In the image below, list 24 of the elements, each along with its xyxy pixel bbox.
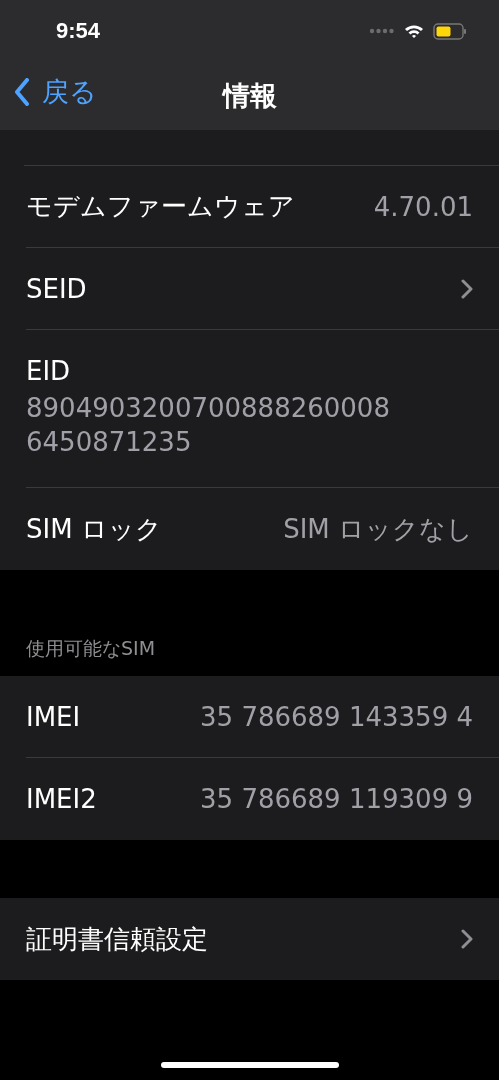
settings-row[interactable]: SEID: [26, 248, 499, 330]
chevron-icon: [461, 278, 473, 299]
row-value: 4.70.01: [373, 191, 473, 222]
section-header: 使用可能なSIM: [26, 636, 156, 661]
battery-icon: [433, 22, 467, 40]
screen-title: 情報: [222, 79, 277, 113]
row-label: モデムファームウェア: [26, 190, 295, 223]
row-value: 35 786689 143359 4: [200, 701, 473, 732]
row-label: EID: [26, 355, 71, 386]
row-label: 証明書信頼設定: [26, 922, 208, 956]
row-label: SEID: [26, 273, 87, 304]
signal-icon: [369, 28, 395, 34]
row-value: 35 786689 119309 9: [200, 784, 473, 814]
row-label: IMEI2: [26, 784, 97, 814]
back-button[interactable]: 戻る: [14, 74, 97, 110]
row-value: SIM ロックなし: [283, 512, 473, 546]
row-label: SIM ロック: [26, 512, 162, 546]
wifi-icon: [404, 23, 424, 39]
status-time: 9:54: [56, 18, 101, 44]
settings-row[interactable]: 証明書信頼設定: [26, 898, 499, 980]
chevron-icon: [461, 929, 473, 949]
row-value: 89049032007008882600086450871235: [26, 391, 391, 459]
back-chevron-icon: [14, 78, 30, 106]
row-label: IMEI: [26, 701, 81, 732]
